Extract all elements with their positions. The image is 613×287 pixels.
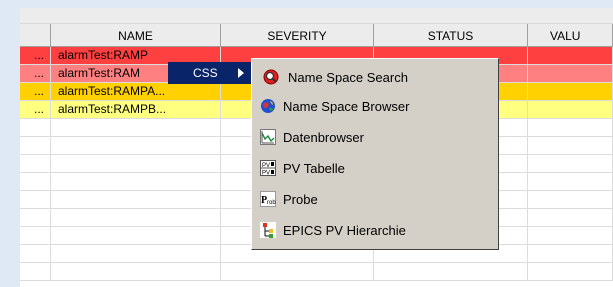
column-header-value[interactable]: VALU (528, 24, 613, 46)
row-marker-cell (20, 209, 51, 227)
menu-item-label: Probe (283, 192, 318, 207)
value-cell (528, 65, 613, 83)
value-cell (528, 155, 613, 173)
row-marker-cell: ... (20, 83, 51, 101)
value-cell (528, 101, 613, 119)
row-marker-cell: ... (20, 101, 51, 119)
name-cell (51, 227, 221, 245)
menu-item-label: PV Tabelle (283, 161, 345, 176)
row-marker-cell (20, 191, 51, 209)
table-row[interactable] (20, 263, 613, 281)
svg-text:PV: PV (262, 163, 270, 169)
name-cell (51, 263, 221, 281)
probe-icon: P rob (260, 191, 276, 207)
css-submenu: Name Space Search Name Space Browser Dat… (251, 58, 499, 250)
value-cell (528, 173, 613, 191)
column-header-severity[interactable]: SEVERITY (221, 24, 374, 46)
row-marker-cell: ... (20, 65, 51, 83)
name-cell: alarmTest:RAMPB... (51, 101, 221, 119)
value-cell (528, 191, 613, 209)
value-cell (528, 119, 613, 137)
row-marker-cell (20, 119, 51, 137)
datenbrowser-icon (260, 129, 276, 145)
name-space-search-icon (263, 69, 279, 85)
row-marker-cell (20, 227, 51, 245)
svg-text:PV: PV (262, 171, 270, 177)
name-space-browser-icon (261, 99, 275, 113)
css-menu-label: CSS (193, 66, 218, 80)
value-cell (528, 227, 613, 245)
row-marker-cell (20, 155, 51, 173)
svg-text:rob: rob (267, 200, 276, 206)
submenu-arrow-icon (238, 68, 244, 78)
severity-cell (221, 263, 374, 281)
column-header-blank[interactable] (20, 24, 51, 46)
table-header: NAME SEVERITY STATUS VALU (20, 24, 613, 47)
value-cell (528, 83, 613, 101)
name-cell (51, 173, 221, 191)
menu-item-probe[interactable]: P rob Probe (255, 185, 495, 213)
menu-item-label: Name Space Browser (283, 99, 410, 114)
menu-item-label: Datenbrowser (283, 130, 364, 145)
value-cell (528, 137, 613, 155)
menu-item-datenbrowser[interactable]: Datenbrowser (255, 123, 495, 151)
table-top-band (20, 8, 613, 24)
menu-item-name-space-search[interactable]: Name Space Search (255, 63, 495, 91)
row-marker-cell (20, 173, 51, 191)
value-cell (528, 263, 613, 281)
name-cell (51, 245, 221, 263)
value-cell (528, 47, 613, 65)
row-marker-cell (20, 245, 51, 263)
column-header-name[interactable]: NAME (51, 24, 221, 46)
name-cell (51, 137, 221, 155)
epics-pv-hierarchie-icon (260, 222, 276, 238)
row-marker-cell (20, 137, 51, 155)
name-cell: alarmTest:RAMPA... (51, 83, 221, 101)
row-marker-cell: ... (20, 47, 51, 65)
name-cell (51, 119, 221, 137)
menu-item-epics-pv-hierarchie[interactable]: EPICS PV Hierarchie (255, 216, 495, 244)
name-cell (51, 209, 221, 227)
pv-tabelle-icon: PV PV (260, 160, 276, 176)
menu-item-label: Name Space Search (288, 70, 408, 85)
menu-item-name-space-browser[interactable]: Name Space Browser (255, 92, 495, 120)
menu-item-label: EPICS PV Hierarchie (283, 223, 406, 238)
value-cell (528, 209, 613, 227)
status-cell (374, 263, 528, 281)
column-header-status[interactable]: STATUS (374, 24, 528, 46)
css-menu-item[interactable]: CSS (168, 62, 252, 84)
name-cell (51, 191, 221, 209)
menu-item-pv-tabelle[interactable]: PV PV PV Tabelle (255, 154, 495, 182)
name-cell (51, 155, 221, 173)
value-cell (528, 245, 613, 263)
row-marker-cell (20, 263, 51, 281)
